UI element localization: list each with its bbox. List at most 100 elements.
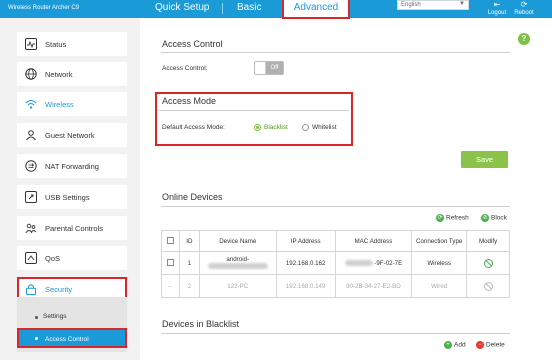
language-select[interactable]: English ▼ [397, 0, 469, 10]
device-name-cell: android- [198, 251, 277, 275]
mac-address: 90-2B-34-27-E2-BD [334, 274, 413, 298]
top-bar: Wireless Router Archer C9 Quick Setup Ba… [0, 0, 552, 19]
section-divider [161, 52, 510, 53]
guest-icon [26, 130, 36, 141]
column-header: Connection Type [411, 230, 468, 252]
device-id: 2 [178, 274, 200, 298]
nat-icon [25, 160, 37, 172]
sidebar-item-label: Guest Network [45, 130, 95, 140]
sidebar-item-label: Security [45, 284, 73, 294]
mac-address-cell: -9F-02-7E [334, 251, 413, 275]
reboot-icon: ⟳ [520, 0, 528, 9]
block-device-icon[interactable] [483, 258, 493, 268]
online-devices-title: Online Devices [162, 192, 223, 202]
blacklist-radio[interactable] [254, 124, 261, 131]
reboot-label: Reboot [514, 10, 534, 16]
sidebar-item-parental-controls[interactable]: Parental Controls [17, 216, 127, 240]
delete-button[interactable]: − Delete [476, 341, 505, 349]
section-divider [161, 206, 510, 207]
connection-type: Wired [411, 274, 468, 298]
device-name: 123-PC [198, 274, 277, 298]
tab-basic[interactable]: Basic [237, 2, 261, 13]
modify-cell [466, 251, 510, 275]
bullet-icon [35, 316, 38, 319]
block-label: Block [491, 214, 507, 222]
sidebar-item-label: NAT Forwarding [45, 161, 99, 171]
column-header: Device Name [198, 230, 277, 252]
toggle-knob [255, 62, 266, 74]
submenu-item-settings[interactable]: Settings [17, 307, 127, 327]
brand-title: Wireless Router Archer C9 [8, 5, 80, 11]
language-value: English [401, 2, 421, 8]
access-control-label: Access Control: [162, 65, 208, 72]
block-device-icon [483, 281, 493, 291]
redacted-text [207, 263, 268, 270]
table-header-row: ID Device Name IP Address MAC Address Co… [161, 230, 510, 252]
sidebar-item-qos[interactable]: QoS [17, 246, 127, 270]
tab-advanced[interactable]: Advanced [282, 0, 350, 19]
block-button[interactable]: ⊘ Block [481, 214, 507, 222]
sidebar-item-guest-network[interactable]: Guest Network [17, 123, 127, 147]
sidebar-item-label: Wireless [45, 99, 74, 109]
submenu-label: Access Control [45, 336, 89, 343]
blacklist-label[interactable]: Blacklist [264, 124, 288, 131]
device-id: 1 [178, 251, 200, 275]
globe-icon [25, 68, 37, 80]
help-icon[interactable]: ? [518, 33, 530, 45]
refresh-button[interactable]: ⟳ Refresh [436, 214, 469, 222]
sidebar-item-label: USB Settings [45, 192, 90, 202]
access-control-toggle[interactable]: Off [254, 61, 284, 75]
sidebar-item-nat-forwarding[interactable]: NAT Forwarding [17, 154, 127, 178]
toggle-state: Off [266, 62, 283, 74]
pulse-icon [25, 38, 37, 50]
add-button[interactable]: + Add [444, 341, 466, 349]
refresh-icon: ⟳ [436, 214, 444, 222]
tab-quick-setup[interactable]: Quick Setup [155, 2, 209, 13]
column-header: IP Address [275, 230, 336, 252]
security-submenu: Settings Access Control [17, 297, 127, 352]
block-icon: ⊘ [481, 214, 489, 222]
parental-icon [25, 223, 37, 234]
submenu-item-access-control[interactable]: Access Control [17, 328, 127, 348]
access-mode-title: Access Mode [162, 96, 217, 106]
section-divider [159, 110, 349, 111]
blacklist-title: Devices in Blacklist [162, 319, 240, 329]
whitelist-radio[interactable] [302, 124, 309, 131]
sidebar-item-status[interactable]: Status [17, 32, 127, 56]
row-select-cell [161, 251, 180, 275]
tab-divider [222, 3, 223, 14]
sidebar-item-label: Status [45, 39, 67, 49]
delete-label: Delete [486, 341, 505, 349]
logout-label: Logout [487, 10, 507, 16]
default-access-mode-label: Default Access Mode: [162, 124, 225, 131]
sidebar-item-label: QoS [45, 253, 61, 263]
bullet-icon [35, 337, 38, 340]
select-all-checkbox[interactable] [166, 237, 174, 245]
ip-address: 192.168.0.149 [275, 274, 336, 298]
reboot-button[interactable]: ⟳ Reboot [511, 0, 537, 17]
sidebar-item-network[interactable]: Network [17, 62, 127, 86]
device-name: android- [226, 256, 250, 263]
usb-icon [25, 191, 37, 203]
modify-cell [466, 274, 510, 298]
submenu-label: Settings [43, 313, 67, 320]
column-header: ID [178, 230, 200, 252]
whitelist-label[interactable]: Whitelist [312, 124, 337, 131]
add-label: Add [454, 341, 466, 349]
refresh-label: Refresh [446, 214, 469, 222]
table-row: -- 2 123-PC 192.168.0.149 90-2B-34-27-E2… [161, 274, 510, 298]
table-row: 1 android- 192.168.0.162 -9F-02-7E Wirel… [161, 251, 510, 275]
select-all-cell [161, 230, 180, 252]
wifi-icon [25, 100, 37, 109]
logout-button[interactable]: ⇤ Logout [484, 0, 510, 17]
section-divider [161, 333, 510, 334]
ip-address: 192.168.0.162 [275, 251, 336, 275]
chevron-down-icon: ▼ [459, 1, 465, 7]
column-header: MAC Address [334, 230, 413, 252]
sidebar-item-wireless[interactable]: Wireless [17, 92, 127, 116]
row-checkbox[interactable] [166, 259, 174, 267]
lock-icon [26, 284, 36, 295]
row-select-placeholder: -- [161, 274, 180, 298]
sidebar-item-usb-settings[interactable]: USB Settings [17, 185, 127, 209]
save-button[interactable]: Save [461, 151, 508, 168]
